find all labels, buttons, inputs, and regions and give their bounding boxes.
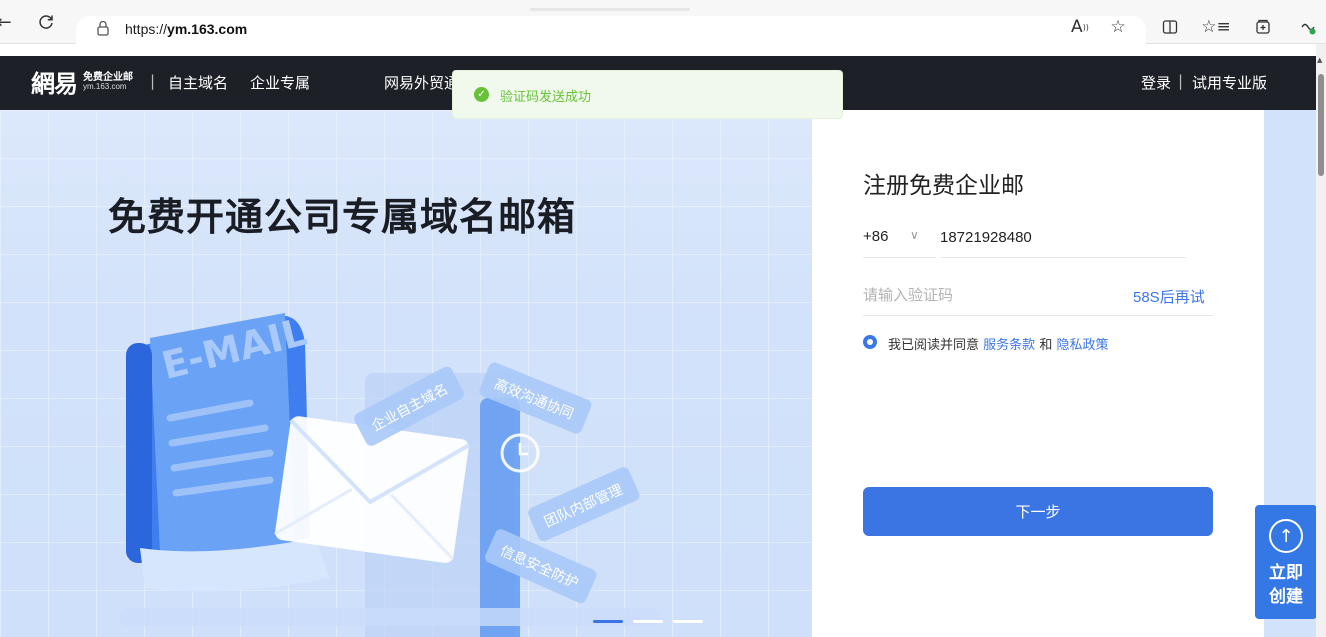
slide-indicator-1[interactable] bbox=[593, 620, 623, 623]
scrollbar-thumb[interactable] bbox=[1318, 74, 1324, 176]
email-illustration: E-MAIL 企业自主域名 高效沟通协同 团队内部管理 信息安全防护 bbox=[120, 310, 660, 637]
logo-domain: ym.163.com bbox=[83, 82, 127, 91]
agree-and: 和 bbox=[1039, 338, 1053, 353]
terms-link[interactable]: 服务条款 bbox=[983, 338, 1035, 353]
register-title: 注册免费企业邮 bbox=[863, 173, 1024, 199]
favorite-star-icon[interactable]: ☆ bbox=[1107, 16, 1129, 38]
header-divider: | bbox=[150, 72, 156, 90]
resend-countdown: 58S后再试 bbox=[1133, 289, 1205, 306]
scroll-up-icon[interactable]: ▲ bbox=[1317, 56, 1322, 64]
read-aloud-icon[interactable]: A)) bbox=[1069, 16, 1091, 38]
collections-icon[interactable] bbox=[1252, 16, 1274, 38]
verification-code-input[interactable] bbox=[863, 282, 1103, 308]
next-step-button[interactable]: 下一步 bbox=[863, 487, 1213, 536]
nav-foreign-trade[interactable]: 网易外贸通 bbox=[384, 72, 459, 93]
agree-prefix: 我已阅读并同意 bbox=[888, 338, 980, 353]
extension-icon[interactable] bbox=[1297, 16, 1319, 38]
check-circle-icon: ✓ bbox=[474, 87, 489, 102]
hero-banner: 免费开通公司专属域名邮箱 E-MAIL 企业自主域名 高效沟通协同 团队内部管理… bbox=[0, 110, 812, 637]
agree-radio[interactable] bbox=[863, 335, 877, 349]
split-screen-icon[interactable] bbox=[1159, 16, 1181, 38]
slide-indicator-3[interactable] bbox=[673, 620, 703, 623]
trial-pro-link[interactable]: 试用专业版 bbox=[1192, 72, 1267, 93]
country-code-select[interactable]: +86 bbox=[863, 228, 888, 245]
toast-message: 验证码发送成功 bbox=[500, 90, 592, 105]
code-underline bbox=[863, 315, 1213, 316]
nav-custom-domain[interactable]: 自主域名 bbox=[168, 72, 228, 93]
country-code-underline bbox=[863, 257, 936, 258]
phone-underline bbox=[940, 257, 1186, 258]
netease-logo[interactable]: 網易 bbox=[31, 64, 78, 99]
create-now-label[interactable]: 立即创建 bbox=[1268, 561, 1304, 609]
arrow-up-circle-icon[interactable]: ↑ bbox=[1269, 519, 1303, 553]
hero-title: 免费开通公司专属域名邮箱 bbox=[108, 195, 577, 239]
url-scheme: https:// bbox=[125, 21, 168, 37]
login-link[interactable]: 登录 bbox=[1141, 72, 1171, 93]
slide-indicator-2[interactable] bbox=[633, 620, 663, 623]
chevron-down-icon[interactable]: ∨ bbox=[910, 228, 919, 242]
refresh-icon[interactable] bbox=[34, 10, 58, 34]
logo-product-name: 免费企业邮 bbox=[83, 72, 133, 83]
lock-icon[interactable] bbox=[96, 20, 112, 38]
privacy-link[interactable]: 隐私政策 bbox=[1056, 338, 1108, 353]
favorites-list-icon[interactable]: ☆≡ bbox=[1201, 16, 1230, 38]
header-divider-right: | bbox=[1178, 72, 1184, 90]
nav-enterprise[interactable]: 企业专属 bbox=[250, 72, 310, 93]
back-icon[interactable]: ← bbox=[0, 10, 16, 34]
url-text[interactable]: https://ym.163.com bbox=[125, 21, 247, 37]
tab-indicator bbox=[530, 8, 690, 11]
url-domain: ym.163.com bbox=[167, 21, 248, 37]
agree-text: 我已阅读并同意 服务条款 和 隐私政策 bbox=[888, 334, 1108, 353]
phone-input[interactable] bbox=[940, 224, 1186, 250]
